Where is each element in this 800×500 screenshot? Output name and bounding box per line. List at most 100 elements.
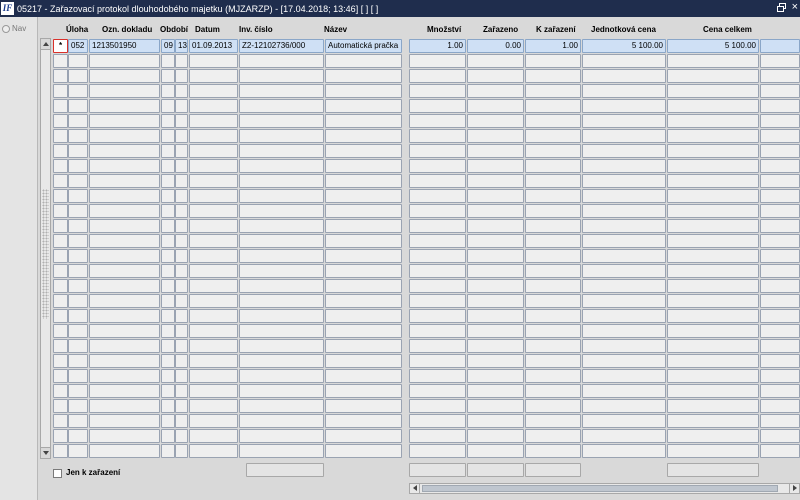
cell-extra[interactable]	[760, 174, 800, 188]
cell-jednotkova-cena[interactable]	[582, 429, 666, 443]
cell-marker[interactable]	[53, 279, 68, 293]
cell-zarazeno[interactable]	[467, 384, 524, 398]
cell-jednotkova-cena[interactable]	[582, 69, 666, 83]
cell-k-zarazeni[interactable]	[525, 414, 581, 428]
cell-obdobi-mesic[interactable]	[175, 159, 188, 173]
cell-datum[interactable]	[189, 99, 238, 113]
cell-cena-celkem[interactable]	[667, 294, 759, 308]
cell-k-zarazeni[interactable]	[525, 294, 581, 308]
cell-uloha[interactable]	[68, 144, 88, 158]
cell-extra[interactable]	[760, 264, 800, 278]
cell-nazev[interactable]	[325, 204, 402, 218]
cell-marker[interactable]	[53, 219, 68, 233]
cell-jednotkova-cena[interactable]	[582, 219, 666, 233]
scrollbar-grip[interactable]	[42, 189, 49, 319]
cell-jednotkova-cena[interactable]	[582, 324, 666, 338]
cell-k-zarazeni[interactable]	[525, 144, 581, 158]
cell-obdobi-rok[interactable]	[161, 309, 175, 323]
cell-uloha[interactable]	[68, 339, 88, 353]
cell-inv-cislo[interactable]: Z2-12102736/000	[239, 39, 324, 53]
cell-cena-celkem[interactable]	[667, 414, 759, 428]
cell-extra[interactable]	[760, 444, 800, 458]
cell-jednotkova-cena[interactable]: 5 100.00	[582, 39, 666, 53]
cell-marker[interactable]	[53, 354, 68, 368]
cell-k-zarazeni[interactable]	[525, 99, 581, 113]
cell-obdobi-mesic[interactable]	[175, 129, 188, 143]
cell-extra[interactable]	[760, 369, 800, 383]
cell-k-zarazeni[interactable]	[525, 84, 581, 98]
cell-obdobi-rok[interactable]	[161, 249, 175, 263]
cell-marker[interactable]	[53, 384, 68, 398]
cell-mnozstvi[interactable]	[409, 264, 466, 278]
cell-datum[interactable]	[189, 339, 238, 353]
cell-inv-cislo[interactable]	[239, 339, 324, 353]
cell-cena-celkem[interactable]	[667, 339, 759, 353]
cell-uloha[interactable]	[68, 114, 88, 128]
cell-zarazeno[interactable]	[467, 99, 524, 113]
cell-cena-celkem[interactable]	[667, 114, 759, 128]
cell-obdobi-rok[interactable]	[161, 354, 175, 368]
cell-datum[interactable]	[189, 264, 238, 278]
cell-inv-cislo[interactable]	[239, 369, 324, 383]
cell-mnozstvi[interactable]	[409, 144, 466, 158]
cell-obdobi-mesic[interactable]	[175, 99, 188, 113]
cell-k-zarazeni[interactable]	[525, 249, 581, 263]
cell-cena-celkem[interactable]	[667, 354, 759, 368]
cell-zarazeno[interactable]	[467, 294, 524, 308]
cell-jednotkova-cena[interactable]	[582, 384, 666, 398]
cell-extra[interactable]	[760, 84, 800, 98]
cell-nazev[interactable]	[325, 264, 402, 278]
cell-inv-cislo[interactable]	[239, 204, 324, 218]
cell-marker[interactable]	[53, 264, 68, 278]
cell-ozn-dokladu[interactable]	[89, 159, 160, 173]
cell-zarazeno[interactable]	[467, 249, 524, 263]
cell-nazev[interactable]: Automatická pračka	[325, 39, 402, 53]
cell-extra[interactable]	[760, 144, 800, 158]
cell-k-zarazeni[interactable]: 1.00	[525, 39, 581, 53]
cell-nazev[interactable]	[325, 69, 402, 83]
cell-marker[interactable]: *	[53, 39, 68, 53]
restore-window-icon[interactable]	[777, 3, 786, 12]
cell-uloha[interactable]	[68, 189, 88, 203]
cell-uloha[interactable]: 052	[68, 39, 88, 53]
cell-cena-celkem[interactable]	[667, 279, 759, 293]
cell-extra[interactable]	[760, 354, 800, 368]
cell-extra[interactable]	[760, 399, 800, 413]
cell-mnozstvi[interactable]	[409, 354, 466, 368]
cell-uloha[interactable]	[68, 399, 88, 413]
cell-cena-celkem[interactable]	[667, 429, 759, 443]
cell-extra[interactable]	[760, 234, 800, 248]
cell-uloha[interactable]	[68, 429, 88, 443]
cell-obdobi-mesic[interactable]	[175, 294, 188, 308]
cell-nazev[interactable]	[325, 444, 402, 458]
cell-extra[interactable]	[760, 39, 800, 53]
cell-obdobi-rok[interactable]	[161, 234, 175, 248]
cell-cena-celkem[interactable]	[667, 369, 759, 383]
cell-inv-cislo[interactable]	[239, 414, 324, 428]
cell-cena-celkem[interactable]	[667, 99, 759, 113]
cell-extra[interactable]	[760, 54, 800, 68]
cell-marker[interactable]	[53, 54, 68, 68]
horizontal-scrollbar[interactable]	[409, 483, 800, 494]
cell-mnozstvi[interactable]	[409, 324, 466, 338]
cell-obdobi-mesic[interactable]: 13	[175, 39, 188, 53]
cell-ozn-dokladu[interactable]	[89, 84, 160, 98]
cell-ozn-dokladu[interactable]	[89, 234, 160, 248]
cell-uloha[interactable]	[68, 249, 88, 263]
cell-k-zarazeni[interactable]	[525, 114, 581, 128]
cell-nazev[interactable]	[325, 399, 402, 413]
cell-mnozstvi[interactable]	[409, 279, 466, 293]
cell-mnozstvi[interactable]	[409, 234, 466, 248]
cell-nazev[interactable]	[325, 219, 402, 233]
cell-mnozstvi[interactable]	[409, 444, 466, 458]
cell-mnozstvi[interactable]	[409, 189, 466, 203]
cell-marker[interactable]	[53, 99, 68, 113]
cell-datum[interactable]	[189, 249, 238, 263]
cell-cena-celkem[interactable]	[667, 399, 759, 413]
cell-k-zarazeni[interactable]	[525, 444, 581, 458]
cell-obdobi-rok[interactable]	[161, 189, 175, 203]
cell-obdobi-rok[interactable]	[161, 369, 175, 383]
cell-marker[interactable]	[53, 204, 68, 218]
cell-k-zarazeni[interactable]	[525, 399, 581, 413]
cell-mnozstvi[interactable]	[409, 414, 466, 428]
